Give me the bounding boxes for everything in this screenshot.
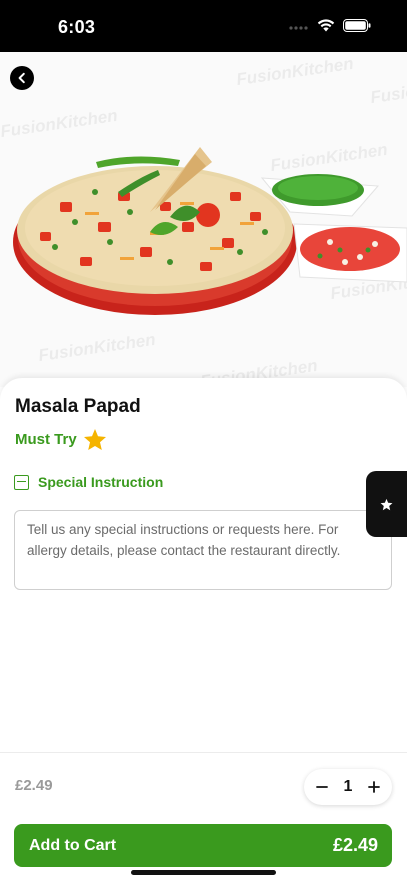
status-bar: 6:03 (0, 0, 407, 52)
signal-icon (289, 25, 308, 30)
food-illustration (13, 147, 407, 315)
must-try-label: Must Try (15, 431, 77, 448)
must-try-tag: Must Try (15, 428, 107, 451)
status-time: 6:03 (58, 17, 96, 37)
collapse-icon (14, 474, 29, 490)
add-to-cart-label: Add to Cart (29, 836, 117, 854)
special-instruction-label: Special Instruction (38, 474, 164, 490)
minus-icon (316, 786, 328, 788)
special-instruction-toggle[interactable]: Special Instruction (14, 474, 163, 490)
increase-quantity-button[interactable] (364, 777, 384, 797)
side-tab-button[interactable] (366, 471, 407, 537)
wifi-icon (317, 19, 335, 32)
chevron-left-icon (18, 72, 25, 84)
decrease-quantity-button[interactable] (312, 777, 332, 797)
unit-price: £2.49 (15, 777, 53, 794)
battery-icon (343, 19, 371, 32)
status-icons (289, 19, 371, 32)
special-instruction-input[interactable] (14, 510, 392, 590)
home-indicator (131, 870, 276, 875)
product-image: FusionKitchen FusionKitchen FusionKitche… (0, 52, 407, 387)
back-button[interactable] (10, 66, 34, 90)
add-to-cart-button[interactable]: Add to Cart £2.49 (14, 824, 392, 867)
plus-icon (368, 781, 380, 793)
star-icon (380, 498, 393, 510)
total-price: £2.49 (332, 835, 378, 855)
star-icon (83, 429, 106, 450)
product-title: Masala Papad (15, 396, 141, 417)
quantity-value: 1 (343, 778, 353, 795)
quantity-stepper: 1 (304, 769, 392, 805)
